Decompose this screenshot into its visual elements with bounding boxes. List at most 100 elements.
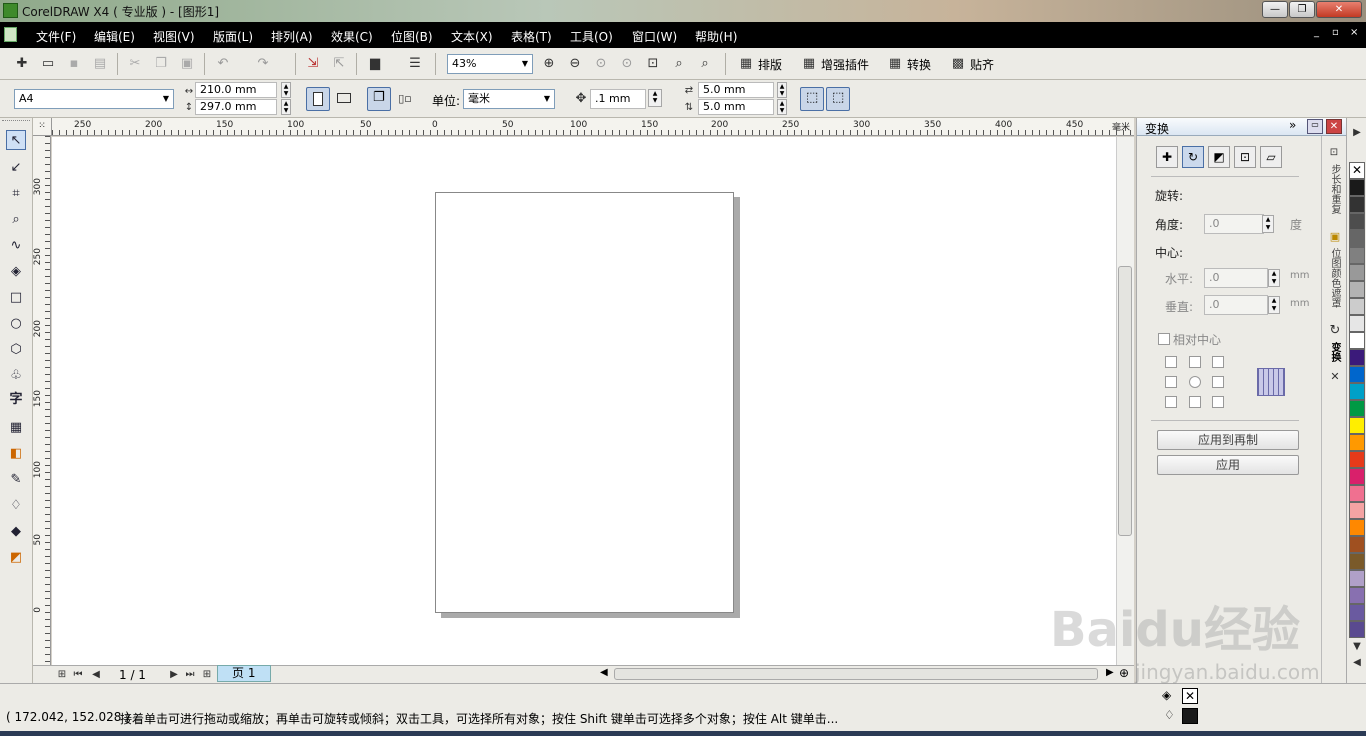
duplicate-y-input[interactable]: 5.0 mm [698, 99, 774, 115]
polygon-tool-icon[interactable]: ⬡ [6, 340, 26, 360]
snap-icon[interactable]: ▩ [949, 55, 967, 73]
pick-tool-icon[interactable]: ↖ [6, 130, 26, 150]
palette-expand-icon[interactable]: ◀ [1348, 654, 1366, 672]
apply-to-duplicate-button[interactable]: 应用到再制 [1157, 430, 1299, 450]
menu-text[interactable]: 文本(X) [451, 28, 493, 45]
application-launcher-icon[interactable]: ▆ [366, 55, 384, 73]
fill-tool-icon[interactable]: ◆ [6, 522, 26, 542]
navigator-zoom-icon[interactable]: ⊕ [1119, 666, 1129, 680]
duplicate-x-input[interactable]: 5.0 mm [698, 82, 774, 98]
outline-tool-icon[interactable]: ♢ [6, 496, 26, 516]
color-swatch[interactable] [1349, 213, 1365, 230]
position-mode-button[interactable]: ✚ [1156, 146, 1178, 168]
color-swatch[interactable] [1349, 230, 1365, 247]
tab-transform[interactable]: 变换 [1325, 342, 1343, 362]
add-page-after-icon[interactable]: ⊞ [198, 666, 216, 684]
save-icon[interactable]: ▪ [65, 55, 83, 73]
layout-button[interactable]: 排版 [758, 56, 782, 73]
skew-mode-button[interactable]: ▱ [1260, 146, 1282, 168]
minimize-button[interactable]: — [1262, 1, 1288, 18]
vertical-spinner[interactable]: ▲ ▼ [1268, 296, 1280, 314]
color-swatch[interactable] [1349, 281, 1365, 298]
vertical-scroll-thumb[interactable] [1118, 266, 1132, 536]
color-swatch[interactable] [1349, 434, 1365, 451]
color-swatch[interactable] [1349, 417, 1365, 434]
color-swatch[interactable] [1349, 519, 1365, 536]
freehand-tool-icon[interactable]: ∿ [6, 236, 26, 256]
current-page-icon[interactable]: ▯▫ [396, 90, 414, 108]
fill-none-swatch[interactable]: ✕ [1182, 688, 1198, 704]
ellipse-tool-icon[interactable]: ○ [6, 314, 26, 334]
smart-fill-tool-icon[interactable]: ◈ [6, 262, 26, 282]
color-swatch[interactable] [1349, 179, 1365, 196]
toolbox-grip[interactable] [2, 120, 30, 124]
color-swatch[interactable] [1349, 315, 1365, 332]
new-document-icon[interactable]: ✚ [13, 55, 31, 73]
vertical-ruler[interactable]: 300 250 200 150 100 50 0 [33, 136, 51, 666]
zoom-out-icon[interactable]: ⊖ [566, 55, 584, 73]
menu-file[interactable]: 文件(F) [36, 28, 76, 45]
zoom-selected-icon[interactable]: ⊙ [592, 55, 610, 73]
outline-color-swatch[interactable] [1182, 708, 1198, 724]
zoom-level-select[interactable]: 43% ▼ [447, 54, 533, 74]
color-swatch[interactable] [1349, 332, 1365, 349]
crop-tool-icon[interactable]: ⌗ [6, 184, 26, 204]
angle-spinner[interactable]: ▲ ▼ [1262, 215, 1274, 233]
menu-layout[interactable]: 版面(L) [213, 28, 253, 45]
treat-as-filled-button[interactable]: ⬚ [800, 87, 824, 111]
color-swatch[interactable] [1349, 247, 1365, 264]
angle-input[interactable]: .0 [1204, 214, 1264, 234]
ruler-origin-icon[interactable]: ⁙ [33, 118, 52, 136]
page-tab[interactable]: 页 1 [217, 665, 271, 682]
page-height-spinner[interactable]: ▲ ▼ [281, 99, 291, 115]
import-icon[interactable]: ⇲ [304, 55, 322, 73]
size-mode-button[interactable]: ⊡ [1234, 146, 1256, 168]
anchor-bottom-left[interactable] [1165, 396, 1177, 408]
redo-icon[interactable]: ↷ [254, 55, 272, 73]
undo-icon[interactable]: ↶ [214, 55, 232, 73]
welcome-screen-icon[interactable]: ☰ [406, 55, 424, 73]
tab-scroll-up-icon[interactable]: ⊡ [1325, 144, 1343, 162]
plugin-icon[interactable]: ▦ [800, 55, 818, 73]
eyedropper-tool-icon[interactable]: ✎ [6, 470, 26, 490]
color-swatch[interactable] [1349, 349, 1365, 366]
menu-table[interactable]: 表格(T) [511, 28, 552, 45]
docker-expand-icon[interactable]: » [1289, 118, 1296, 132]
color-swatch[interactable] [1349, 264, 1365, 281]
plugin-button[interactable]: 增强插件 [821, 56, 869, 73]
menu-effects[interactable]: 效果(C) [331, 28, 373, 45]
doc-minimize-button[interactable]: _ [1314, 27, 1319, 38]
maximize-button[interactable]: ❐ [1289, 1, 1315, 18]
paper-size-select[interactable]: A4 ▼ [14, 89, 174, 109]
menu-help[interactable]: 帮助(H) [695, 28, 737, 45]
cut-icon[interactable]: ✂ [126, 55, 144, 73]
color-swatch[interactable] [1349, 621, 1365, 638]
convert-icon[interactable]: ▦ [886, 55, 904, 73]
menu-arrange[interactable]: 排列(A) [271, 28, 313, 45]
color-swatch[interactable] [1349, 468, 1365, 485]
zoom-height-icon[interactable]: ⌕ [696, 55, 714, 73]
tab-step-repeat[interactable]: 步长和重复 [1325, 164, 1343, 214]
duplicate-x-spinner[interactable]: ▲ ▼ [777, 82, 787, 98]
anchor-top-right[interactable] [1212, 356, 1224, 368]
open-folder-icon[interactable]: ▭ [39, 55, 57, 73]
export-icon[interactable]: ⇱ [330, 55, 348, 73]
color-swatch[interactable] [1349, 502, 1365, 519]
a4-page[interactable] [435, 192, 734, 613]
color-swatch[interactable] [1349, 536, 1365, 553]
previous-page-icon[interactable]: ◀ [87, 666, 105, 684]
duplicate-y-spinner[interactable]: ▲ ▼ [777, 99, 787, 115]
menu-edit[interactable]: 编辑(E) [94, 28, 135, 45]
nudge-input[interactable]: .1 mm [590, 89, 646, 109]
doc-close-button[interactable]: × [1350, 27, 1358, 38]
portrait-button[interactable] [306, 87, 330, 111]
horizontal-scroll-thumb[interactable] [614, 668, 1098, 680]
color-swatch[interactable] [1349, 553, 1365, 570]
document-icon[interactable] [4, 27, 17, 42]
color-swatch[interactable] [1349, 570, 1365, 587]
shape-tool-icon[interactable]: ↙ [6, 158, 26, 178]
scale-mirror-mode-button[interactable]: ◩ [1208, 146, 1230, 168]
anchor-bottom-center[interactable] [1189, 396, 1201, 408]
landscape-button[interactable] [336, 90, 354, 108]
zoom-all-icon[interactable]: ⊙ [618, 55, 636, 73]
